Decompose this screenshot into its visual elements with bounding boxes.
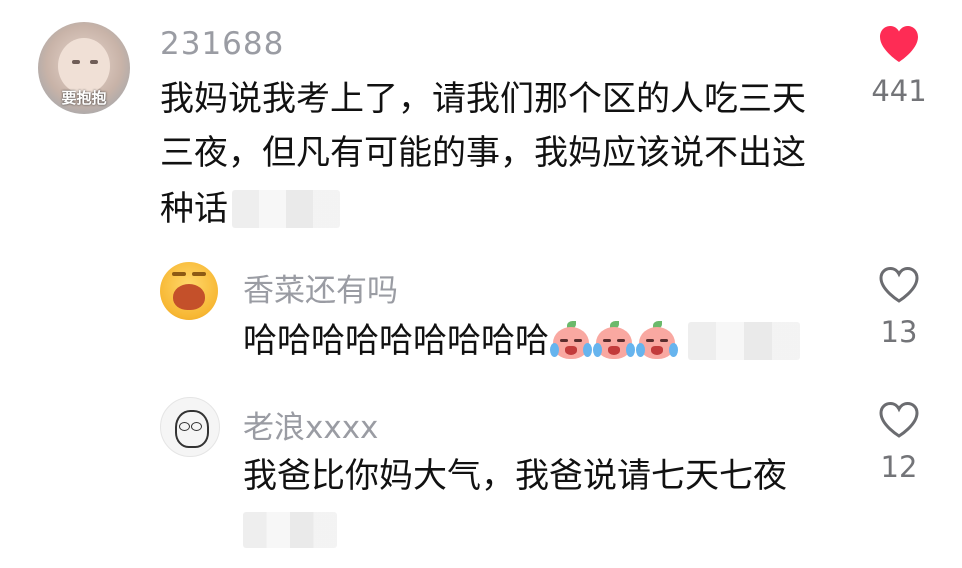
- comment-text-line: 我妈说我考上了，请我们那个区的人吃三天: [160, 79, 806, 119]
- crying-emoji-icon: [593, 320, 635, 361]
- comment-username[interactable]: 231688: [160, 26, 284, 62]
- baby-face-image: [58, 38, 110, 94]
- avatar-brow: [192, 272, 206, 276]
- crying-emoji-icon: [636, 320, 678, 361]
- avatar-brow: [172, 272, 186, 276]
- avatar[interactable]: [160, 262, 218, 320]
- comment-username[interactable]: 香菜还有吗: [243, 265, 398, 310]
- like-count: 12: [880, 450, 918, 484]
- comment-text-line: 种话: [160, 180, 806, 234]
- comment-text-line: 三夜，但凡有可能的事，我妈应该说不出这: [160, 133, 806, 173]
- avatar-caption: 要抱抱: [61, 89, 107, 107]
- heart-outline-icon[interactable]: [877, 400, 921, 440]
- like-count: 441: [871, 74, 927, 108]
- like-button[interactable]: 441: [869, 24, 929, 108]
- comment-text: 我爸比你妈大气，我爸说请七天七夜: [243, 449, 787, 503]
- heart-filled-icon[interactable]: [877, 24, 921, 64]
- crying-emoji-icon: [550, 320, 592, 361]
- blurred-content: [243, 512, 337, 548]
- comment-text-line: 我爸比你妈大气，我爸说请七天七夜: [243, 456, 787, 496]
- like-count: 13: [880, 315, 918, 349]
- comment-text: 哈哈哈哈哈哈哈哈哈: [243, 312, 800, 368]
- avatar[interactable]: [160, 397, 220, 457]
- blurred-content: [688, 321, 800, 360]
- avatar-glasses: [179, 422, 190, 431]
- avatar-eye: [72, 60, 80, 64]
- avatar-eye: [90, 60, 98, 64]
- like-button[interactable]: 13: [869, 265, 929, 349]
- avatar-glasses: [191, 422, 202, 431]
- avatar-mouth: [173, 284, 205, 310]
- comment-text: 我妈说我考上了，请我们那个区的人吃三天 三夜，但凡有可能的事，我妈应该说不出这 …: [160, 72, 806, 234]
- comment-username[interactable]: 老浪xxxx: [243, 402, 378, 447]
- comment-text-fragment: 种话: [160, 188, 228, 229]
- comment-text-fragment: 哈哈哈哈哈哈哈哈哈: [243, 320, 549, 361]
- like-button[interactable]: 12: [869, 400, 929, 484]
- avatar[interactable]: 要抱抱: [38, 22, 130, 114]
- comment-list: 要抱抱 231688 我妈说我考上了，请我们那个区的人吃三天 三夜，但凡有可能的…: [0, 0, 962, 568]
- blurred-content: [232, 189, 340, 228]
- heart-outline-icon[interactable]: [877, 265, 921, 305]
